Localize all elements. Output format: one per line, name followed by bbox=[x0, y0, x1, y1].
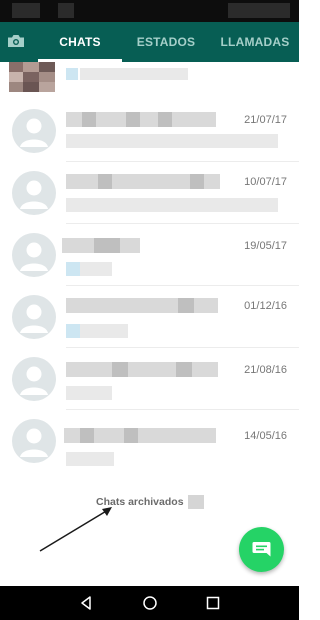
chat-date: 14/05/16 bbox=[244, 430, 287, 442]
chat-row[interactable]: 19/05/17 bbox=[0, 224, 299, 286]
blurred-preview bbox=[66, 452, 114, 466]
home-circle-icon[interactable] bbox=[142, 595, 158, 611]
blurred-preview bbox=[80, 68, 188, 80]
blurred-contact-name bbox=[66, 298, 218, 313]
chat-row[interactable]: 14/05/16 bbox=[0, 410, 299, 472]
avatar-blurred-photo bbox=[9, 62, 55, 92]
default-avatar-icon bbox=[12, 357, 56, 401]
blurred-contact-name bbox=[66, 362, 218, 377]
status-bar bbox=[0, 0, 299, 22]
archived-count-badge-blurred bbox=[188, 495, 204, 509]
new-chat-button[interactable] bbox=[239, 527, 284, 572]
default-avatar-icon bbox=[12, 109, 56, 153]
default-avatar-icon bbox=[12, 171, 56, 215]
status-bar-blurred-right bbox=[228, 3, 290, 18]
chat-row[interactable]: 01/12/16 bbox=[0, 286, 299, 348]
chat-row[interactable]: 21/07/17 bbox=[0, 100, 299, 162]
chat-row[interactable]: 10/07/17 bbox=[0, 162, 299, 224]
annotation-arrow-icon bbox=[39, 507, 112, 552]
blurred-preview bbox=[66, 68, 78, 80]
chat-date: 19/05/17 bbox=[244, 240, 287, 252]
recents-square-icon[interactable] bbox=[205, 595, 221, 611]
status-bar-blurred-notification bbox=[58, 3, 74, 18]
chat-date: 01/12/16 bbox=[244, 300, 287, 312]
back-triangle-icon[interactable] bbox=[78, 595, 94, 611]
tab-llamadas[interactable]: LLAMADAS bbox=[212, 22, 298, 62]
blurred-preview bbox=[66, 324, 80, 338]
blurred-preview bbox=[66, 134, 278, 148]
chat-bubble-icon bbox=[252, 542, 271, 557]
blurred-preview bbox=[66, 198, 278, 212]
tab-bar: CHATS ESTADOS LLAMADAS bbox=[0, 22, 299, 62]
navigation-bar bbox=[0, 586, 299, 620]
default-avatar-icon bbox=[12, 419, 56, 463]
chat-date: 21/07/17 bbox=[244, 114, 287, 126]
chat-row-partial[interactable] bbox=[0, 62, 299, 92]
blurred-preview bbox=[80, 262, 112, 276]
blurred-preview bbox=[80, 324, 128, 338]
tab-estados[interactable]: ESTADOS bbox=[127, 22, 205, 62]
status-bar-blurred-left bbox=[12, 3, 40, 18]
blurred-preview bbox=[66, 262, 80, 276]
default-avatar-icon bbox=[12, 233, 56, 277]
chat-date: 10/07/17 bbox=[244, 176, 287, 188]
camera-icon[interactable] bbox=[7, 34, 25, 48]
chat-date: 21/08/16 bbox=[244, 364, 287, 376]
blurred-preview bbox=[66, 386, 112, 400]
chat-row[interactable]: 21/08/16 bbox=[0, 348, 299, 410]
tab-chats[interactable]: CHATS bbox=[38, 22, 122, 62]
default-avatar-icon bbox=[12, 295, 56, 339]
